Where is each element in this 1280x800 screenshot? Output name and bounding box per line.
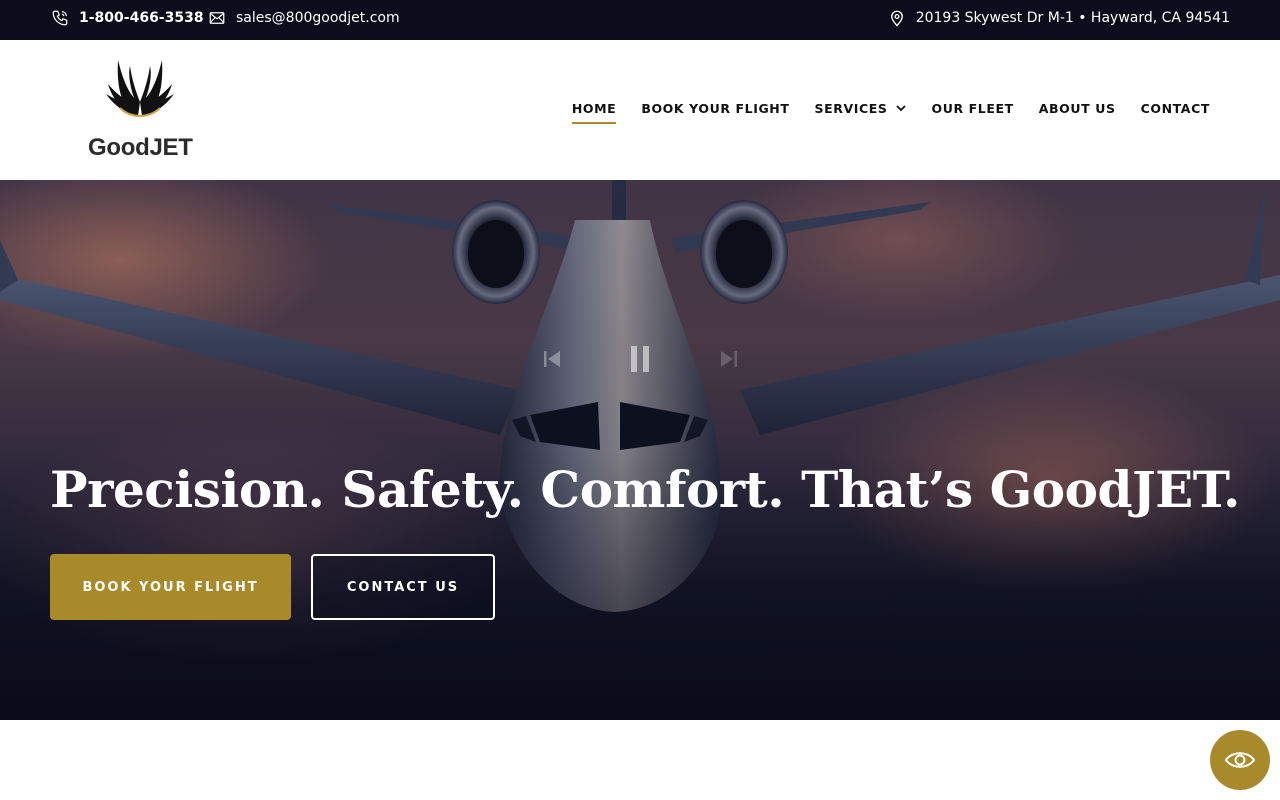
hero-overlay xyxy=(0,180,1280,720)
mail-icon xyxy=(209,12,225,24)
accessibility-button[interactable] xyxy=(1210,730,1270,790)
top-contact-bar: 1-800-466-3538 sales@800goodjet.com 2019… xyxy=(0,0,1280,40)
address-text: 20193 Skywest Dr M-1 • Hayward, CA 94541 xyxy=(915,10,1230,26)
phone-link[interactable]: 1-800-466-3538 xyxy=(51,0,204,36)
nav-home[interactable]: HOME xyxy=(571,98,617,124)
location-pin-icon xyxy=(890,10,903,27)
wings-logo-icon xyxy=(106,60,174,117)
book-your-flight-button[interactable]: BOOK YOUR FLIGHT xyxy=(50,554,291,620)
email-address[interactable]: sales@800goodjet.com xyxy=(236,10,400,26)
address: 20193 Skywest Dr M-1 • Hayward, CA 94541 xyxy=(888,0,1230,36)
email-link[interactable]: sales@800goodjet.com xyxy=(208,0,400,36)
nav-contact[interactable]: CONTACT xyxy=(1141,98,1210,120)
nav-our-fleet[interactable]: OUR FLEET xyxy=(932,98,1014,120)
slider-prev-button[interactable] xyxy=(528,335,576,383)
hero-headline: Precision. Safety. Comfort. That’s GoodJ… xyxy=(50,460,1240,519)
previous-icon xyxy=(544,351,560,367)
main-nav: HOME BOOK YOUR FLIGHT SERVICES OUR FLEET… xyxy=(547,98,1210,124)
nav-services[interactable]: SERVICES xyxy=(815,98,907,120)
next-icon xyxy=(721,351,737,367)
phone-number[interactable]: 1-800-466-3538 xyxy=(79,10,204,26)
site-header: GoodJET HOME BOOK YOUR FLIGHT SERVICES O… xyxy=(0,40,1280,180)
eye-icon xyxy=(1224,752,1256,768)
logo-text: GoodJET xyxy=(88,134,193,161)
slider-pause-button[interactable] xyxy=(612,335,668,383)
nav-about-us[interactable]: ABOUT US xyxy=(1039,98,1116,120)
hero-slider: Precision. Safety. Comfort. That’s GoodJ… xyxy=(0,180,1280,720)
nav-services-label: SERVICES xyxy=(814,100,888,116)
pause-icon xyxy=(631,346,649,372)
contact-us-button[interactable]: CONTACT US xyxy=(311,554,495,620)
nav-book-your-flight[interactable]: BOOK YOUR FLIGHT xyxy=(641,98,789,120)
logo[interactable]: GoodJET xyxy=(88,58,193,166)
chevron-down-icon xyxy=(895,105,906,112)
slider-next-button[interactable] xyxy=(705,335,753,383)
phone-icon xyxy=(52,10,68,26)
